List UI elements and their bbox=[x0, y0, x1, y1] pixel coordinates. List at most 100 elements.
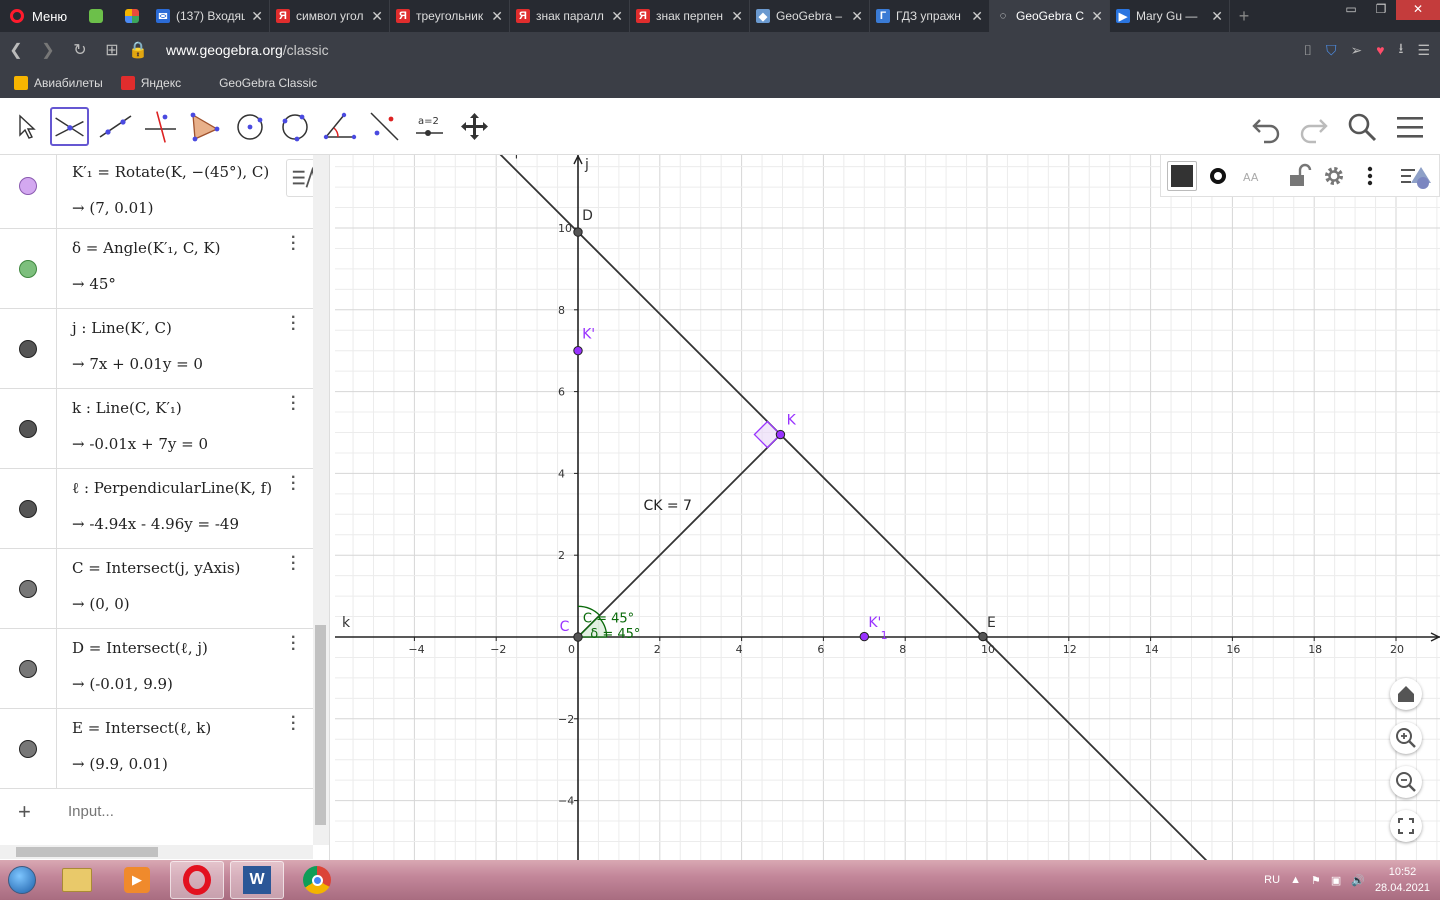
zoom-out-button[interactable] bbox=[1390, 766, 1422, 798]
more-options-button[interactable] bbox=[1355, 161, 1385, 191]
tab-close-icon[interactable]: ✕ bbox=[371, 8, 383, 25]
line-tool-button[interactable] bbox=[96, 107, 135, 146]
move-tool-button[interactable] bbox=[6, 107, 45, 146]
tab-close-icon[interactable]: ✕ bbox=[251, 8, 263, 25]
algebra-row[interactable]: k : Line(C, K′₁) → -0.01x + 7y = 0 · · · bbox=[0, 389, 313, 469]
bookmark-item[interactable]: Яндекс bbox=[120, 76, 181, 90]
algebra-definition[interactable]: E = Intersect(ℓ, k) bbox=[72, 719, 211, 738]
taskbar-explorer[interactable] bbox=[50, 861, 104, 899]
algebra-hscroll-thumb[interactable] bbox=[16, 847, 158, 857]
fullscreen-button[interactable] bbox=[1390, 810, 1422, 842]
visibility-toggle-dot[interactable] bbox=[19, 340, 37, 358]
point-c[interactable] bbox=[573, 632, 583, 642]
start-button[interactable] bbox=[0, 860, 44, 900]
point-d[interactable] bbox=[573, 227, 583, 237]
browser-tab[interactable]: Ятреугольник ✕ bbox=[390, 0, 510, 32]
row-more-icon[interactable]: · · · bbox=[291, 310, 299, 338]
download-icon[interactable]: ⭳ bbox=[1399, 38, 1404, 62]
segment-ck[interactable] bbox=[577, 433, 782, 638]
algebra-definition[interactable]: ℓ : PerpendicularLine(K, f) bbox=[72, 479, 272, 498]
move-graphics-view-tool-button[interactable] bbox=[455, 107, 494, 146]
row-more-icon[interactable]: · · · bbox=[291, 470, 299, 498]
tab-close-icon[interactable]: ✕ bbox=[491, 8, 503, 25]
perpendicular-line-tool-button[interactable] bbox=[141, 107, 180, 146]
algebra-definition[interactable]: C = Intersect(j, yAxis) bbox=[72, 559, 240, 577]
algebra-definition[interactable]: j : Line(K′, C) bbox=[72, 319, 172, 337]
graphics-settings-button[interactable] bbox=[1319, 161, 1349, 191]
row-more-icon[interactable]: · · · bbox=[291, 710, 299, 738]
ellipse-tool-button[interactable] bbox=[275, 107, 314, 146]
label-style-button[interactable]: AA bbox=[1239, 161, 1269, 191]
slider-tool-button[interactable]: a=2 bbox=[410, 107, 449, 146]
algebra-input-field[interactable] bbox=[68, 803, 288, 820]
bookmark-item[interactable]: GeoGebra Classic bbox=[199, 76, 317, 90]
tab-close-icon[interactable]: ✕ bbox=[851, 8, 863, 25]
browser-tab[interactable]: Ясимвол угол ✕ bbox=[270, 0, 390, 32]
point-k-prime[interactable] bbox=[573, 346, 583, 356]
taskbar-media-player[interactable]: ▶ bbox=[110, 861, 164, 899]
main-menu-button[interactable] bbox=[1394, 110, 1426, 144]
browser-tab[interactable]: Язнак перпен ✕ bbox=[630, 0, 750, 32]
browser-tab[interactable]: ◆ GeoGebra – ✕ bbox=[750, 0, 870, 32]
pinned-tab-apps[interactable] bbox=[114, 0, 150, 32]
zoom-in-button[interactable] bbox=[1390, 722, 1422, 754]
search-button[interactable] bbox=[1346, 110, 1378, 144]
point-k1-prime[interactable] bbox=[859, 631, 869, 642]
point-e[interactable] bbox=[978, 631, 988, 642]
easy-setup-icon[interactable]: ☰ bbox=[1417, 42, 1430, 59]
taskbar-word[interactable]: W bbox=[230, 861, 284, 899]
add-item-button[interactable]: + bbox=[18, 799, 31, 825]
color-style-button[interactable] bbox=[1167, 161, 1197, 191]
tab-close-icon[interactable]: ✕ bbox=[731, 8, 743, 25]
algebra-horizontal-scrollbar[interactable] bbox=[0, 845, 313, 859]
graphics-canvas[interactable]: −4−202468101214161820108642−2−4lCK = 7C … bbox=[335, 155, 1440, 860]
visibility-toggle-dot[interactable] bbox=[19, 420, 37, 438]
clock[interactable]: 10:52 28.04.2021 bbox=[1375, 864, 1430, 896]
speed-dial-icon[interactable]: ⊞ bbox=[96, 40, 128, 60]
lock-style-button[interactable] bbox=[1283, 161, 1313, 191]
browser-tab[interactable]: Язнак паралл ✕ bbox=[510, 0, 630, 32]
taskbar-opera[interactable] bbox=[170, 861, 224, 899]
tab-close-icon[interactable]: ✕ bbox=[1211, 8, 1223, 25]
volume-icon[interactable]: 🔊 bbox=[1351, 874, 1365, 887]
standard-view-button[interactable] bbox=[1390, 678, 1422, 710]
reflect-tool-button[interactable] bbox=[365, 107, 404, 146]
new-tab-button[interactable]: + bbox=[1230, 6, 1258, 27]
snapshot-icon[interactable]: ⌷ bbox=[1304, 42, 1312, 59]
row-more-icon[interactable]: · · · bbox=[291, 230, 299, 258]
algebra-vertical-scrollbar[interactable] bbox=[313, 155, 329, 845]
back-button[interactable]: ❮ bbox=[0, 40, 32, 60]
browser-tab[interactable]: Г ГДЗ упражн ✕ bbox=[870, 0, 990, 32]
algebra-definition[interactable]: δ = Angle(K′₁, C, K) bbox=[72, 239, 220, 257]
network-icon[interactable]: ▣ bbox=[1331, 874, 1341, 887]
algebra-row[interactable]: E = Intersect(ℓ, k) → (9.9, 0.01) · · · bbox=[0, 709, 313, 789]
reload-button[interactable]: ↻ bbox=[64, 40, 96, 60]
algebra-row[interactable]: D = Intersect(ℓ, j) → (-0.01, 9.9) · · · bbox=[0, 629, 313, 709]
algebra-definition[interactable]: D = Intersect(ℓ, j) bbox=[72, 639, 208, 658]
algebra-scroll-thumb[interactable] bbox=[315, 625, 326, 825]
point-k[interactable] bbox=[775, 429, 786, 440]
algebra-definition[interactable]: K′₁ = Rotate(K, −(45°), C) bbox=[72, 163, 269, 181]
circle-tool-button[interactable] bbox=[230, 107, 269, 146]
visibility-toggle-dot[interactable] bbox=[19, 260, 37, 278]
minimize-button[interactable]: ▭ bbox=[1336, 0, 1366, 20]
line-l[interactable] bbox=[492, 155, 1212, 860]
send-icon[interactable]: ➢ bbox=[1350, 42, 1362, 59]
flag-icon[interactable]: ⚑ bbox=[1311, 874, 1321, 887]
tray-expand-icon[interactable]: ▲ bbox=[1290, 874, 1301, 886]
algebra-row[interactable]: K′₁ = Rotate(K, −(45°), C) → (7, 0.01) bbox=[0, 155, 313, 229]
visibility-toggle-dot[interactable] bbox=[19, 740, 37, 758]
language-indicator[interactable]: RU bbox=[1264, 874, 1280, 886]
browser-tab[interactable]: ▶ Mary Gu — ✕ bbox=[1110, 0, 1230, 32]
graphics-view[interactable]: −4−202468101214161820108642−2−4lCK = 7C … bbox=[335, 155, 1440, 860]
heart-icon[interactable]: ♥ bbox=[1376, 42, 1384, 58]
algebra-row[interactable]: C = Intersect(j, yAxis) → (0, 0) · · · bbox=[0, 549, 313, 629]
visibility-toggle-dot[interactable] bbox=[19, 660, 37, 678]
tab-close-icon[interactable]: ✕ bbox=[611, 8, 623, 25]
browser-tab[interactable]: ◌ GeoGebra C ✕ bbox=[990, 0, 1110, 32]
vpn-shield-icon[interactable]: ⛉ bbox=[1326, 42, 1337, 59]
row-more-icon[interactable]: · · · bbox=[291, 550, 299, 578]
url-field[interactable]: www.geogebra.org/classic bbox=[166, 42, 329, 58]
algebra-row[interactable]: δ = Angle(K′₁, C, K) → 45° · · · bbox=[0, 229, 313, 309]
algebra-definition[interactable]: k : Line(C, K′₁) bbox=[72, 399, 182, 417]
